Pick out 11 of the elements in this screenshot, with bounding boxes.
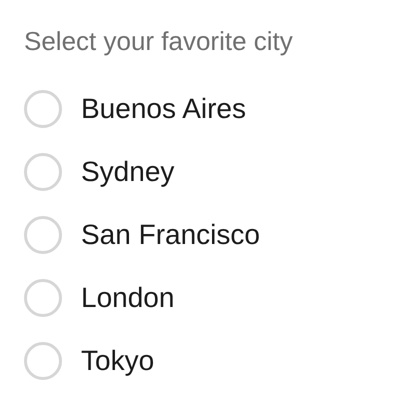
option-label[interactable]: London [81,282,174,314]
option-label[interactable]: Tokyo [81,345,154,377]
option-label[interactable]: Sydney [81,156,174,188]
radio-button[interactable] [24,90,62,128]
group-label: Select your favorite city [24,25,294,58]
radio-button[interactable] [24,153,62,191]
option-label[interactable]: San Francisco [81,219,260,251]
radio-button[interactable] [24,216,62,254]
option-label[interactable]: Buenos Aires [81,93,246,125]
radio-button[interactable] [24,342,62,380]
radio-button[interactable] [24,279,62,317]
